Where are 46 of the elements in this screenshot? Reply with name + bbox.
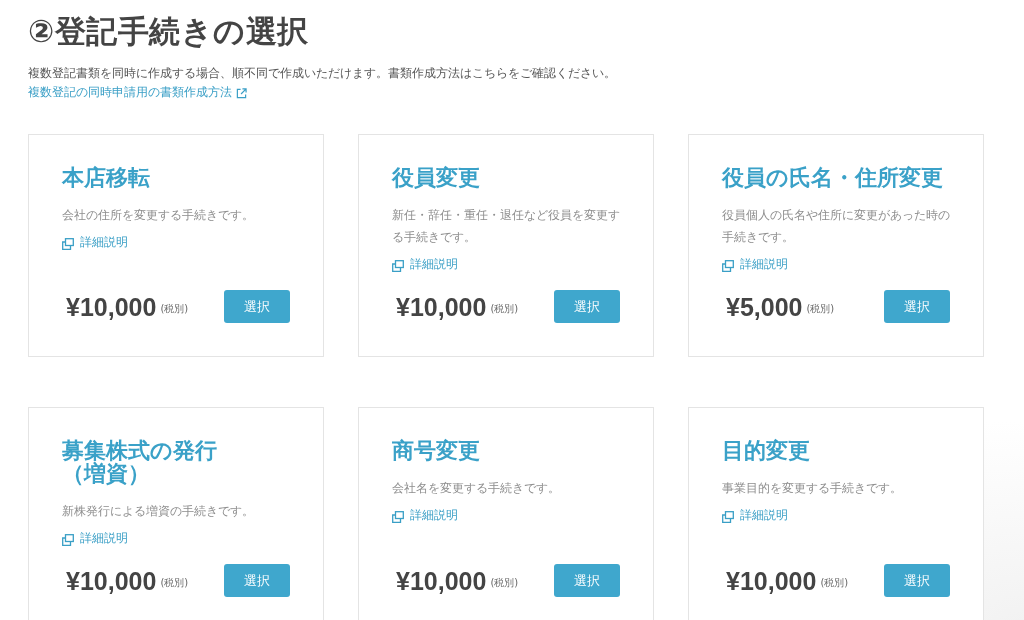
overlapping-squares-icon xyxy=(722,260,734,272)
tax-note: (税別) xyxy=(490,575,519,590)
procedure-title: 役員の氏名・住所変更 xyxy=(722,166,944,189)
detail-link[interactable]: 詳細説明 xyxy=(392,255,458,273)
procedure-description: 役員個人の氏名や住所に変更があった時の手続きです。 xyxy=(722,207,950,246)
detail-link[interactable]: 詳細説明 xyxy=(722,255,788,273)
detail-link[interactable]: 詳細説明 xyxy=(722,506,788,524)
procedure-title: 商号変更 xyxy=(392,439,481,462)
price-text: ¥5,000 xyxy=(726,291,803,322)
select-button[interactable]: 選択 xyxy=(554,564,620,597)
intro-text: 複数登記書類を同時に作成する場合、順不同で作成いただけます。書類作成方法はこちらをご確認ください。 xyxy=(28,65,617,81)
select-button[interactable]: 選択 xyxy=(884,564,950,597)
tax-note: (税別) xyxy=(160,575,189,590)
select-button[interactable]: 選択 xyxy=(224,290,290,323)
tax-note: (税別) xyxy=(820,575,849,590)
overlapping-squares-icon xyxy=(392,511,404,523)
guide-link[interactable]: 複数登記の同時申請用の書類作成方法 xyxy=(28,84,247,100)
procedure-title: 募集株式の発行（増資） xyxy=(62,439,218,485)
procedure-description: 会社の住所を変更する手続きです。 xyxy=(62,207,255,224)
price-text: ¥10,000 xyxy=(66,291,157,322)
tax-note: (税別) xyxy=(160,301,189,316)
page-heading: ②登記手続きの選択 xyxy=(28,12,310,50)
price-text: ¥10,000 xyxy=(396,291,487,322)
overlapping-squares-icon xyxy=(62,238,74,250)
procedure-description: 新株発行による増資の手続きです。 xyxy=(62,503,255,520)
tax-note: (税別) xyxy=(806,301,835,316)
procedure-title: 本店移転 xyxy=(62,166,151,189)
select-button[interactable]: 選択 xyxy=(224,564,290,597)
price-text: ¥10,000 xyxy=(396,565,487,596)
overlapping-squares-icon xyxy=(62,534,74,546)
overlapping-squares-icon xyxy=(392,260,404,272)
price-text: ¥10,000 xyxy=(66,565,157,596)
price-text: ¥10,000 xyxy=(726,565,817,596)
select-button[interactable]: 選択 xyxy=(884,290,950,323)
detail-link[interactable]: 詳細説明 xyxy=(62,233,128,251)
procedure-title: 目的変更 xyxy=(722,439,811,462)
detail-link[interactable]: 詳細説明 xyxy=(392,506,458,524)
procedure-description: 会社名を変更する手続きです。 xyxy=(392,480,561,497)
procedure-description: 新任・辞任・重任・退任など役員を変更する手続きです。 xyxy=(392,207,620,246)
external-link-icon xyxy=(236,88,247,99)
tax-note: (税別) xyxy=(490,301,519,316)
procedure-title: 役員変更 xyxy=(392,166,481,189)
select-button[interactable]: 選択 xyxy=(554,290,620,323)
detail-link[interactable]: 詳細説明 xyxy=(62,529,128,547)
procedure-description: 事業目的を変更する手続きです。 xyxy=(722,480,903,497)
overlapping-squares-icon xyxy=(722,511,734,523)
